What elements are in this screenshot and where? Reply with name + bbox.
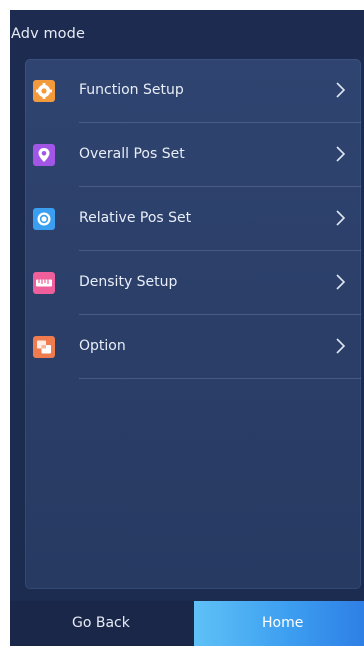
footer-bar: Go Back Home bbox=[10, 601, 364, 646]
layers-icon bbox=[33, 336, 55, 358]
chevron-right-icon bbox=[335, 81, 347, 99]
menu-item-overall-pos-set[interactable]: Overall Pos Set bbox=[25, 123, 361, 187]
menu-item-label: Option bbox=[79, 338, 126, 354]
go-back-button[interactable]: Go Back bbox=[10, 601, 194, 646]
page-title: Adv mode bbox=[11, 26, 85, 42]
gear-icon bbox=[33, 80, 55, 102]
header-bar: Adv mode bbox=[10, 10, 364, 58]
go-back-label: Go Back bbox=[72, 615, 130, 631]
target-icon bbox=[33, 208, 55, 230]
menu-item-label: Relative Pos Set bbox=[79, 210, 192, 226]
divider bbox=[79, 378, 361, 379]
ruler-icon bbox=[33, 272, 55, 294]
chevron-right-icon bbox=[335, 145, 347, 163]
menu-item-function-setup[interactable]: Function Setup bbox=[25, 59, 361, 123]
home-label: Home bbox=[262, 615, 304, 631]
menu-panel: Function Setup Overall Pos Set Relative … bbox=[25, 59, 361, 589]
location-pin-icon bbox=[33, 144, 55, 166]
chevron-right-icon bbox=[335, 337, 347, 355]
menu-item-relative-pos-set[interactable]: Relative Pos Set bbox=[25, 187, 361, 251]
chevron-right-icon bbox=[335, 209, 347, 227]
menu-item-label: Density Setup bbox=[79, 274, 178, 290]
menu-item-label: Function Setup bbox=[79, 82, 184, 98]
home-button[interactable]: Home bbox=[194, 601, 364, 646]
menu-item-density-setup[interactable]: Density Setup bbox=[25, 251, 361, 315]
chevron-right-icon bbox=[335, 273, 347, 291]
adv-mode-screen: Adv mode Function Setup Overall Pos Set … bbox=[10, 10, 364, 646]
menu-item-label: Overall Pos Set bbox=[79, 146, 185, 162]
menu-item-option[interactable]: Option bbox=[25, 315, 361, 379]
